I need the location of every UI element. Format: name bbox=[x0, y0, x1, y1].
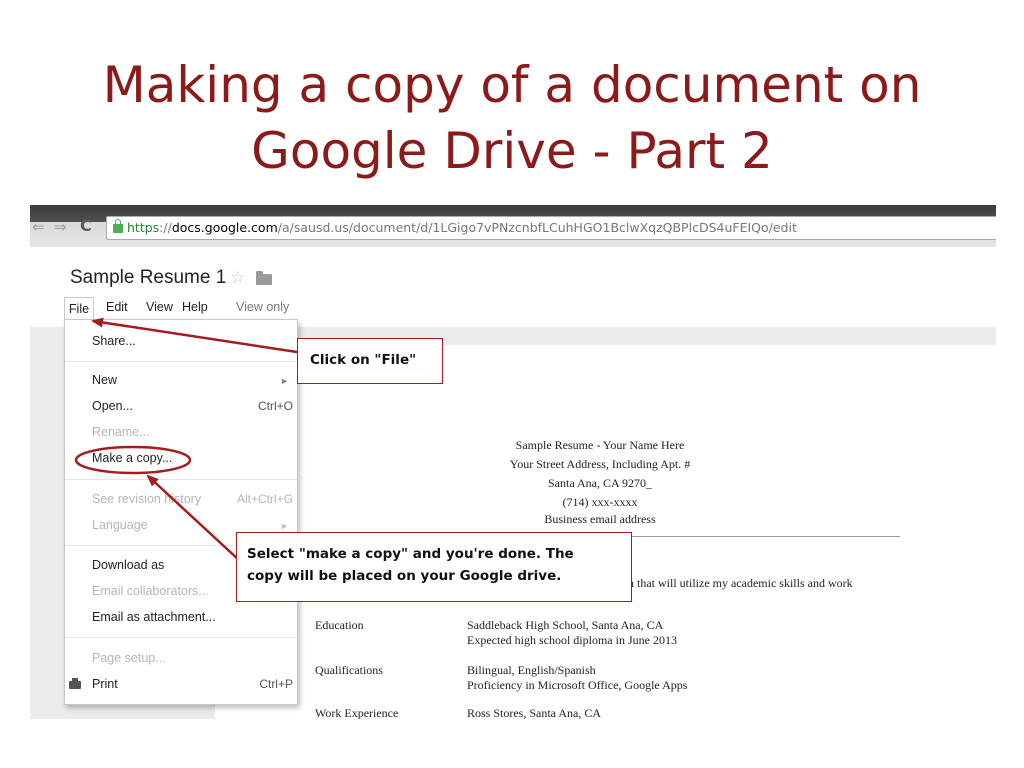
arrow-to-file-menu bbox=[91, 317, 298, 354]
callout-click-file-text: Click on "File" bbox=[310, 352, 417, 368]
callout-make-a-copy-line-1: Select "make a copy" and you're done. Th… bbox=[247, 546, 574, 562]
callout-make-a-copy: Select "make a copy" and you're done. Th… bbox=[236, 532, 632, 602]
callout-make-a-copy-line-2: copy will be placed on your Google drive… bbox=[247, 568, 562, 584]
callout-click-file: Click on "File" bbox=[297, 338, 443, 384]
arrow-to-make-a-copy bbox=[146, 474, 241, 562]
make-a-copy-highlight bbox=[74, 445, 192, 475]
annotation-overlay bbox=[74, 317, 298, 562]
